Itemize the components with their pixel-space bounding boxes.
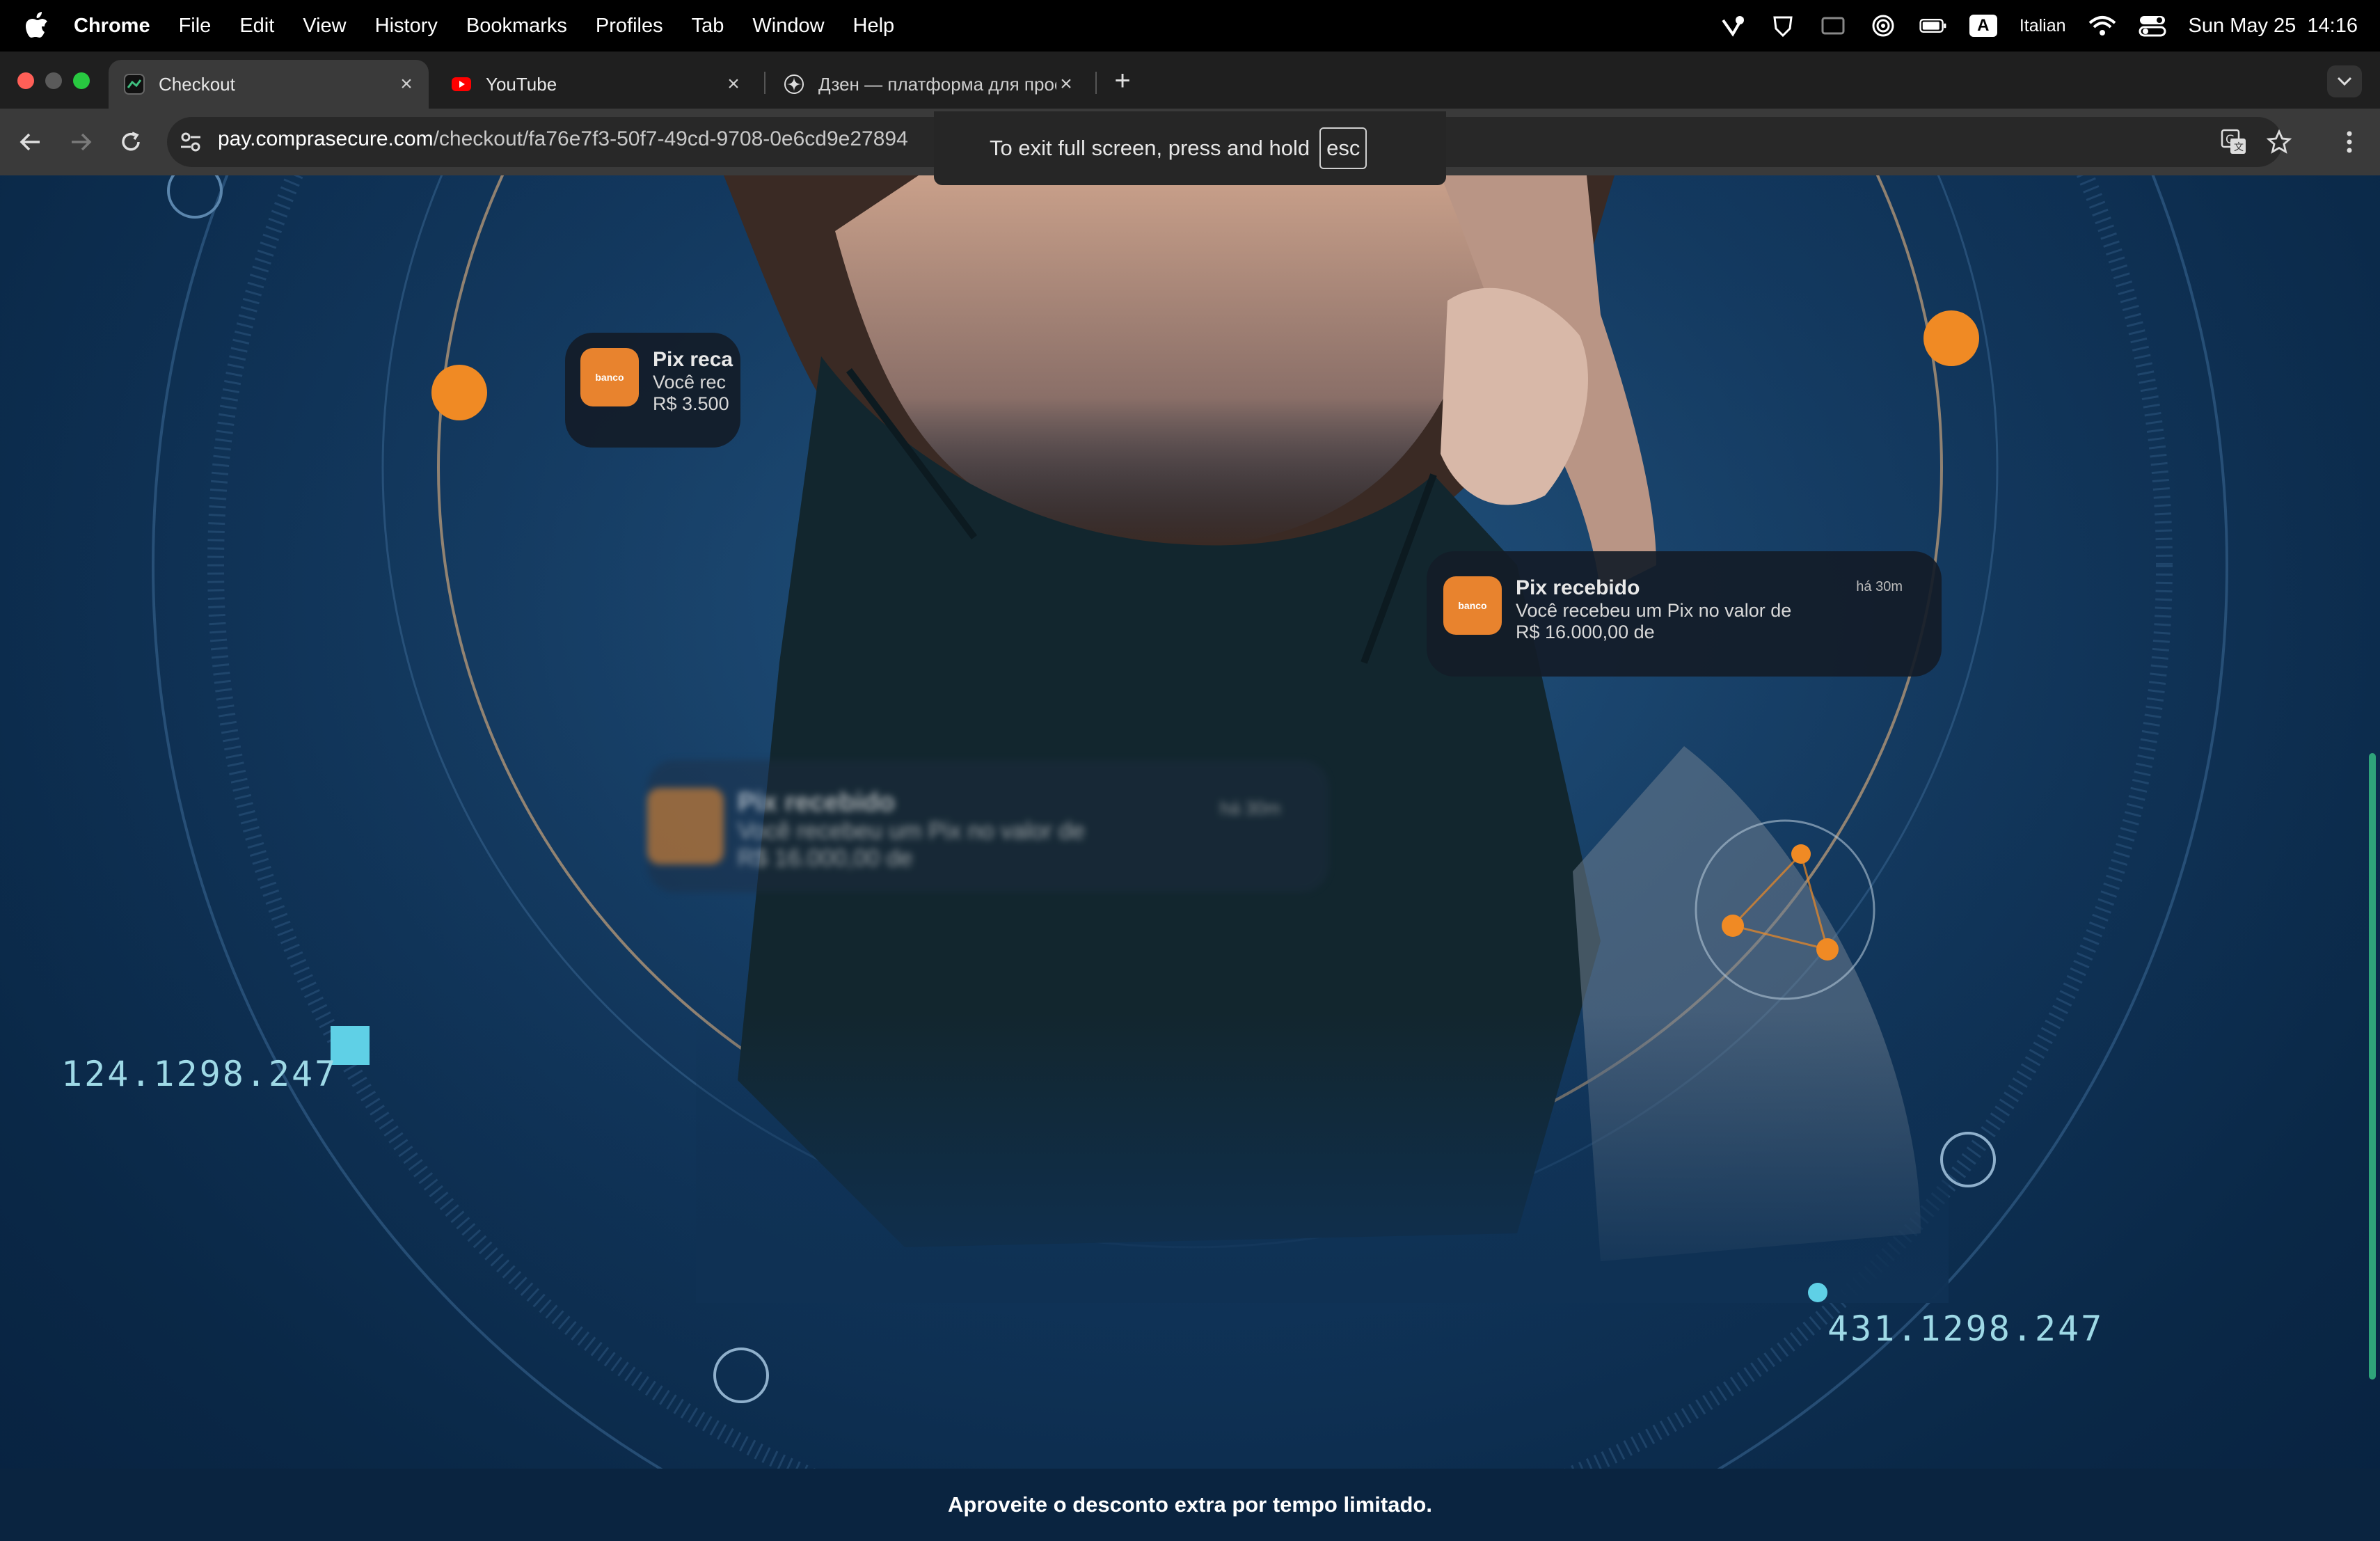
bank-app-icon: banco [1443, 576, 1502, 635]
menu-bookmarks[interactable]: Bookmarks [466, 15, 567, 38]
bank-app-icon: banco [580, 348, 639, 406]
arrow-left-icon [19, 133, 40, 151]
notification-amount: R$ 16.000,00 de [1516, 622, 1655, 642]
orange-node [431, 365, 487, 420]
notification-title: Pix recebido [1516, 576, 1640, 599]
esc-key-badge: esc [1319, 127, 1367, 169]
orange-node [1923, 310, 1979, 366]
page-content: banco Pix reca Você rec R$ 3.500 banco P… [0, 175, 2380, 1541]
tab-title: YouTube [486, 73, 557, 95]
control-center-icon[interactable] [2139, 12, 2166, 40]
checkout-favicon-icon [124, 74, 145, 95]
bookmark-star-button[interactable] [2265, 128, 2293, 156]
translate-button[interactable]: G文 [2220, 128, 2248, 156]
tab-search-button[interactable] [2327, 65, 2362, 97]
notification-body: Você rec [653, 372, 727, 393]
menu-bar-clock[interactable]: Sun May 25 14:16 [2189, 15, 2358, 38]
notification-title: Pix recebido [738, 788, 895, 817]
fullscreen-exit-hint: To exit full screen, press and hold esc [934, 111, 1446, 185]
dzen-favicon-icon [784, 74, 804, 94]
tab-close-icon[interactable]: × [397, 72, 416, 95]
notification-time: há 30m [1220, 798, 1280, 819]
translate-icon: G文 [2221, 129, 2246, 154]
tab-close-icon[interactable]: × [724, 72, 743, 95]
shield-icon[interactable] [1769, 12, 1797, 40]
window-close-button[interactable] [17, 72, 34, 89]
page-scrollbar[interactable] [2369, 753, 2376, 1380]
tab-close-icon[interactable]: × [1056, 72, 1076, 95]
notification-title: Pix reca [653, 348, 733, 371]
url-host: pay.comprasecure.com [218, 127, 434, 150]
battery-icon[interactable] [1919, 12, 1947, 40]
menu-window[interactable]: Window [752, 15, 824, 38]
window-minimize-button[interactable] [45, 72, 62, 89]
notification-amount: R$ 16.000,00 de [738, 845, 913, 871]
reload-icon [122, 132, 140, 151]
notification-body: Você recebeu um Pix no valor de [1516, 600, 1792, 621]
menu-help[interactable]: Help [853, 15, 895, 38]
tab-youtube[interactable]: YouTube × [436, 60, 756, 109]
url-path: /checkout/fa76e7f3-50f7-49cd-9708-0e6cd9… [433, 127, 908, 150]
macos-menu-bar: Chrome File Edit View History Bookmarks … [0, 0, 2380, 52]
menu-app-chrome[interactable]: Chrome [74, 15, 150, 38]
menu-bar-status-area: A Italian Sun May 25 14:16 [1719, 0, 2358, 52]
fullscreen-hint-text: To exit full screen, press and hold [990, 136, 1310, 160]
tab-checkout[interactable]: Checkout × [109, 60, 429, 109]
new-tab-button[interactable]: + [1109, 65, 1136, 96]
kebab-menu-icon [2347, 131, 2352, 153]
menu-edit[interactable]: Edit [239, 15, 274, 38]
svg-text:文: 文 [2234, 142, 2244, 153]
window-zoom-button[interactable] [73, 72, 90, 89]
input-source-badge[interactable]: A [1969, 15, 1997, 37]
notification-body: Você recebeu um Pix no valor de [738, 818, 1085, 844]
tab-title: Checkout [159, 73, 235, 95]
back-button[interactable] [14, 125, 47, 159]
tab-title: Дзен — платформа для прос [818, 73, 1056, 95]
apple-logo-icon[interactable] [25, 12, 49, 40]
coordinate-label-right: 431.1298.247 [1827, 1309, 2104, 1349]
coordinate-label-left: 124.1298.247 [61, 1054, 338, 1094]
youtube-favicon-icon [452, 77, 471, 91]
notification-amount: R$ 3.500 [653, 393, 729, 414]
wifi-icon[interactable] [2088, 12, 2116, 40]
tab-separator [764, 72, 765, 94]
menu-tab[interactable]: Tab [692, 15, 724, 38]
promo-text: Aproveite o desconto extra por tempo lim… [948, 1492, 1432, 1517]
pix-notification-main: banco Pix recebido Você recebeu um Pix n… [1427, 551, 1942, 677]
star-icon [2267, 129, 2292, 154]
menu-file[interactable]: File [179, 15, 212, 38]
pix-notification-blurred: Pix recebido Você recebeu um Pix no valo… [647, 760, 1329, 892]
promo-footer-banner: Aproveite o desconto extra por tempo lim… [0, 1469, 2380, 1541]
site-info-icon[interactable] [180, 131, 202, 153]
bank-app-icon [647, 788, 724, 864]
forward-button[interactable] [64, 125, 97, 159]
tab-separator [1095, 72, 1097, 94]
pix-notification-small: banco Pix reca Você rec R$ 3.500 [565, 333, 740, 448]
chrome-menu-button[interactable] [2335, 128, 2363, 156]
url-text[interactable]: pay.comprasecure.com/checkout/fa76e7f3-5… [218, 127, 908, 151]
notification-time: há 30m [1856, 579, 1903, 594]
airdrop-icon[interactable] [1869, 12, 1897, 40]
screen-mirror-icon[interactable] [1819, 12, 1847, 40]
menu-history[interactable]: History [375, 15, 438, 38]
menu-profiles[interactable]: Profiles [596, 15, 663, 38]
focus-check-icon[interactable] [1719, 12, 1747, 40]
tab-dzen[interactable]: Дзен — платформа для прос × [768, 60, 1088, 109]
reload-button[interactable] [114, 125, 148, 159]
chevron-down-icon [2337, 77, 2352, 86]
cyan-node [1808, 1283, 1827, 1302]
arrow-right-icon [72, 133, 92, 151]
input-source-label[interactable]: Italian [2020, 16, 2066, 36]
menu-view[interactable]: View [303, 15, 346, 38]
